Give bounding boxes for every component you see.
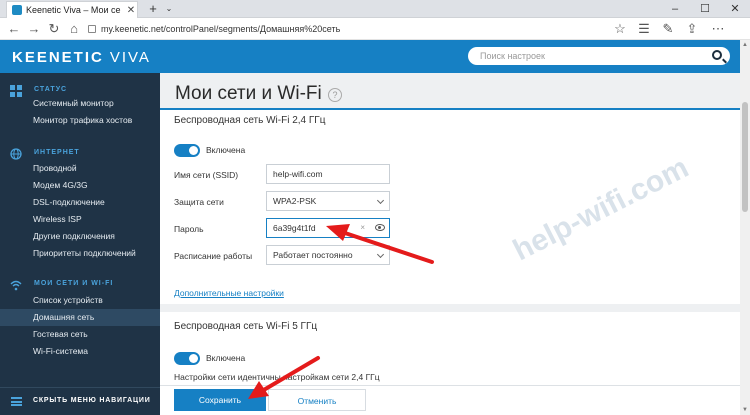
sidebar-item-connection-priorities[interactable]: Приоритеты подключений <box>0 245 160 262</box>
wifi-5-title: Беспроводная сеть Wi-Fi 5 ГГц <box>174 321 318 332</box>
back-icon[interactable]: ← <box>6 20 22 38</box>
browser-toolbar: ← → ↻ ⌂ my.keenetic.net/controlPanel/seg… <box>0 18 750 40</box>
menu-icon <box>11 397 22 406</box>
security-value: WPA2-PSK <box>273 196 317 206</box>
tab-title: Keenetic Viva – Мои се <box>26 5 121 15</box>
advanced-settings-link[interactable]: Дополнительные настройки <box>174 288 284 298</box>
tab-list-chevron-icon[interactable]: ⌄ <box>163 0 175 18</box>
address-bar[interactable]: my.keenetic.net/controlPanel/segments/До… <box>88 21 608 37</box>
sidebar-item-dsl[interactable]: DSL-подключение <box>0 194 160 211</box>
sidebar-item-wireless-isp[interactable]: Wireless ISP <box>0 211 160 228</box>
sidebar-item-wifi-system[interactable]: Wi-Fi-система <box>0 343 160 360</box>
share-icon[interactable]: ⇪ <box>684 20 700 38</box>
tab-favicon-icon <box>12 5 22 15</box>
forward-icon[interactable]: → <box>26 20 42 38</box>
sidebar-item-modem[interactable]: Модем 4G/3G <box>0 177 160 194</box>
home-icon[interactable]: ⌂ <box>66 20 82 38</box>
scroll-thumb[interactable] <box>742 102 748 212</box>
reading-list-icon[interactable]: ✎ <box>660 20 676 38</box>
security-label: Защита сети <box>174 197 224 207</box>
chevron-down-icon <box>376 250 385 259</box>
brand-name: KEENETIC <box>12 49 104 66</box>
clear-icon[interactable]: × <box>360 219 365 237</box>
page-scrollbar[interactable]: ▲ ▼ <box>740 40 750 415</box>
favorite-star-icon[interactable]: ☆ <box>612 20 628 38</box>
close-window-icon[interactable]: ✕ <box>720 0 750 18</box>
ssid-label: Имя сети (SSID) <box>174 170 239 180</box>
sidebar-item-guest-network[interactable]: Гостевая сеть <box>0 326 160 343</box>
sidebar-item-home-network[interactable]: Домашняя сеть <box>0 309 160 326</box>
wifi-5-card: Беспроводная сеть Wi-Fi 5 ГГц Включена Н… <box>160 312 740 385</box>
sidebar-item-wired[interactable]: Проводной <box>0 160 160 177</box>
main-content: Мои сети и Wi-Fi ? Беспроводная сеть Wi-… <box>160 73 740 415</box>
sidebar-section-label: МОИ СЕТИ И WI-FI <box>34 280 114 287</box>
schedule-label: Расписание работы <box>174 251 253 261</box>
password-value: 6a39g4t1fd <box>273 223 316 233</box>
wifi-5-toggle[interactable] <box>174 352 200 365</box>
schedule-select[interactable]: Работает постоянно <box>266 245 390 265</box>
refresh-icon[interactable]: ↻ <box>46 20 62 38</box>
search-input[interactable]: Поиск настроек <box>468 47 730 65</box>
security-select[interactable]: WPA2-PSK <box>266 191 390 211</box>
wifi-5-note: Настройки сети идентичны настройкам сети… <box>174 372 380 382</box>
wifi-24-title: Беспроводная сеть Wi-Fi 2,4 ГГц <box>174 115 326 126</box>
new-tab-icon[interactable]: + <box>145 0 161 18</box>
scroll-down-icon[interactable]: ▼ <box>740 405 750 415</box>
maximize-icon[interactable]: ☐ <box>690 0 720 18</box>
sidebar-item-device-list[interactable]: Список устройств <box>0 292 160 309</box>
scroll-up-icon[interactable]: ▲ <box>740 40 750 50</box>
wifi-5-toggle-label: Включена <box>206 353 246 363</box>
sidebar-item-system-monitor[interactable]: Системный монитор <box>0 95 160 112</box>
search-icon[interactable] <box>712 50 722 60</box>
more-icon[interactable]: ⋯ <box>710 20 726 38</box>
hide-navigation-button[interactable]: СКРЫТЬ МЕНЮ НАВИГАЦИИ <box>0 387 160 415</box>
globe-icon <box>10 148 22 160</box>
sidebar-section-networks: МОИ СЕТИ И WI-FI <box>0 278 160 292</box>
ssid-value: help-wifi.com <box>273 169 323 179</box>
browser-tab-bar: Keenetic Viva – Мои се ✕ + ⌄ – ☐ ✕ <box>0 0 750 18</box>
sidebar-section-label: ИНТЕРНЕТ <box>34 149 80 156</box>
wifi-24-toggle[interactable] <box>174 144 200 157</box>
brand-model: VIVA <box>109 49 151 66</box>
wifi-24-card: Беспроводная сеть Wi-Fi 2,4 ГГц Включена… <box>160 110 740 304</box>
lock-icon <box>88 25 96 33</box>
favorites-list-icon[interactable]: ☰ <box>636 20 652 38</box>
wifi-icon <box>10 280 22 291</box>
app-header: KEENETIC VIVA Поиск настроек <box>0 40 740 73</box>
sidebar-section-label: СТАТУС <box>34 86 68 93</box>
schedule-value: Работает постоянно <box>273 250 353 260</box>
minimize-icon[interactable]: – <box>660 0 690 18</box>
action-bar: Сохранить Отменить <box>160 385 740 415</box>
sidebar-section-internet: ИНТЕРНЕТ <box>0 147 160 161</box>
browser-tab[interactable]: Keenetic Viva – Мои се ✕ <box>6 1 138 18</box>
sidebar: СТАТУС Системный монитор Монитор трафика… <box>0 73 160 415</box>
password-input[interactable]: 6a39g4t1fd × <box>266 218 390 238</box>
help-icon[interactable]: ? <box>328 88 342 102</box>
eye-icon[interactable] <box>375 224 385 231</box>
sidebar-item-traffic-monitor[interactable]: Монитор трафика хостов <box>0 112 160 129</box>
sidebar-item-other-connections[interactable]: Другие подключения <box>0 228 160 245</box>
search-placeholder: Поиск настроек <box>480 51 545 61</box>
cancel-button[interactable]: Отменить <box>268 389 366 411</box>
chevron-down-icon <box>376 196 385 205</box>
page-title: Мои сети и Wi-Fi <box>175 83 322 104</box>
ssid-input[interactable]: help-wifi.com <box>266 164 390 184</box>
tab-close-icon[interactable]: ✕ <box>125 5 137 16</box>
hide-navigation-label: СКРЫТЬ МЕНЮ НАВИГАЦИИ <box>33 397 151 404</box>
password-label: Пароль <box>174 224 204 234</box>
address-text: my.keenetic.net/controlPanel/segments/До… <box>101 24 341 34</box>
save-button[interactable]: Сохранить <box>174 389 266 411</box>
brand-logo[interactable]: KEENETIC VIVA <box>12 49 151 66</box>
wifi-24-toggle-label: Включена <box>206 145 246 155</box>
